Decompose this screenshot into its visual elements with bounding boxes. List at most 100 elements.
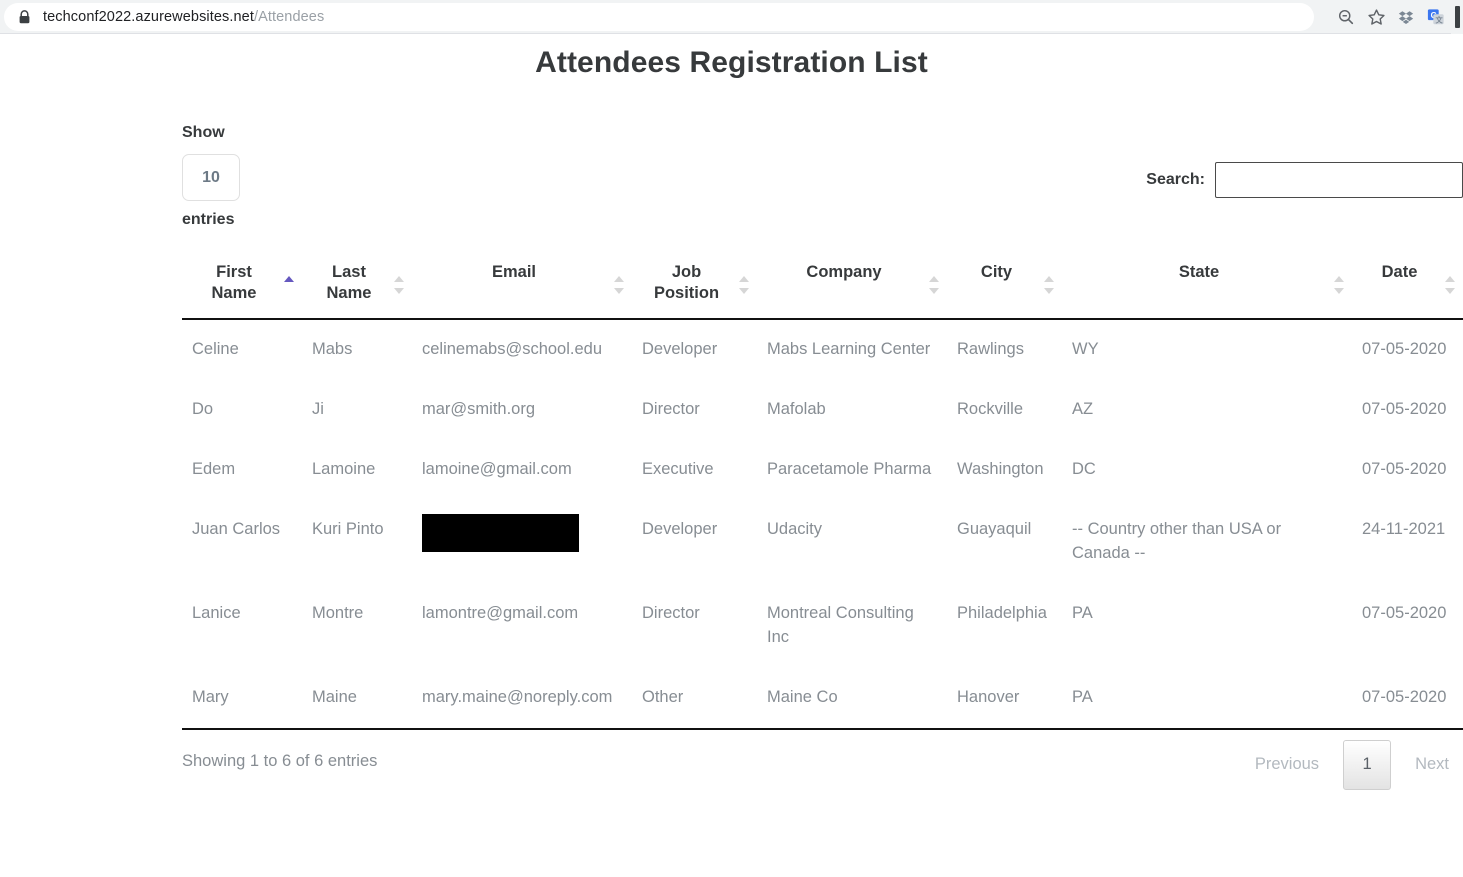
cell-email: celinemabs@school.edu [412, 319, 632, 380]
redacted-email-box [422, 514, 579, 552]
url-text: techconf2022.azurewebsites.net/Attendees [43, 9, 324, 25]
cell-job-position: Developer [632, 319, 757, 380]
next-page-button[interactable]: Next [1401, 747, 1463, 782]
cell-last-name: Mabs [302, 319, 412, 380]
entries-label: entries [182, 211, 302, 229]
column-label: Date [1382, 263, 1418, 281]
cell-first-name: Edem [182, 440, 302, 500]
cell-last-name: Maine [302, 668, 412, 729]
entries-info: Showing 1 to 6 of 6 entries [182, 752, 377, 771]
google-translate-extension-icon[interactable]: G 文 [1421, 0, 1451, 34]
cell-company: Montreal Consulting Inc [757, 584, 947, 668]
cell-job-position: Developer [632, 500, 757, 584]
attendees-table: First Name Last Name Email Job Position [182, 252, 1463, 730]
column-header-city[interactable]: City [947, 252, 1062, 319]
table-row: MaryMainemary.maine@noreply.comOtherMain… [182, 668, 1463, 729]
cell-first-name: Juan Carlos [182, 500, 302, 584]
previous-page-button[interactable]: Previous [1241, 747, 1333, 782]
cell-state: PA [1062, 584, 1352, 668]
bookmark-star-icon[interactable] [1361, 0, 1391, 34]
cell-city: Rockville [947, 380, 1062, 440]
cell-last-name: Kuri Pinto [302, 500, 412, 584]
cell-city: Rawlings [947, 319, 1062, 380]
search-filter: Search: [1146, 162, 1463, 198]
dropbox-extension-icon[interactable] [1391, 0, 1421, 34]
column-label: State [1179, 263, 1219, 281]
column-header-job-position[interactable]: Job Position [632, 252, 757, 319]
cell-state: -- Country other than USA or Canada -- [1062, 500, 1352, 584]
column-header-date[interactable]: Date [1352, 252, 1463, 319]
cell-job-position: Other [632, 668, 757, 729]
browser-toolbar: techconf2022.azurewebsites.net/Attendees [0, 0, 1463, 34]
cell-city: Washington [947, 440, 1062, 500]
search-input[interactable] [1215, 162, 1463, 198]
cell-last-name: Lamoine [302, 440, 412, 500]
datatable-wrapper: Show 10 entries Search: First Name [182, 124, 1463, 800]
cell-company: Paracetamole Pharma [757, 440, 947, 500]
cell-city: Philadelphia [947, 584, 1062, 668]
pagination: Previous 1 Next [1241, 740, 1463, 790]
cell-city: Guayaquil [947, 500, 1062, 584]
sort-both-icon [1445, 276, 1455, 294]
cell-job-position: Director [632, 380, 757, 440]
column-header-state[interactable]: State [1062, 252, 1352, 319]
entries-per-page-select[interactable]: 10 [182, 154, 240, 201]
url-domain: techconf2022.azurewebsites.net [43, 9, 254, 25]
sort-both-icon [739, 276, 749, 294]
cell-state: WY [1062, 319, 1352, 380]
table-header-row: First Name Last Name Email Job Position [182, 252, 1463, 319]
sort-both-icon [614, 276, 624, 294]
cell-state: PA [1062, 668, 1352, 729]
datatable-controls: Show 10 entries Search: [182, 124, 1463, 252]
datatable-footer: Showing 1 to 6 of 6 entries Previous 1 N… [182, 730, 1463, 800]
cell-state: DC [1062, 440, 1352, 500]
cell-last-name: Montre [302, 584, 412, 668]
page-title: Attendees Registration List [0, 46, 1463, 80]
cell-date: 07-05-2020 [1352, 440, 1463, 500]
search-label: Search: [1146, 171, 1205, 189]
cell-company: Mabs Learning Center [757, 319, 947, 380]
zoom-out-icon[interactable] [1331, 0, 1361, 34]
table-row: LaniceMontrelamontre@gmail.comDirectorMo… [182, 584, 1463, 668]
svg-text:文: 文 [1435, 15, 1444, 24]
page-content: Attendees Registration List Show 10 entr… [0, 34, 1463, 877]
cell-date: 07-05-2020 [1352, 319, 1463, 380]
sort-both-icon [929, 276, 939, 294]
lock-icon [18, 10, 31, 24]
cell-date: 07-05-2020 [1352, 668, 1463, 729]
cell-first-name: Mary [182, 668, 302, 729]
page-number-1-button[interactable]: 1 [1343, 740, 1391, 790]
cell-date: 07-05-2020 [1352, 380, 1463, 440]
column-label: Company [806, 263, 881, 281]
table-row: Juan CarlosKuri Pinto DeveloperUdacityGua… [182, 500, 1463, 584]
cell-company: Mafolab [757, 380, 947, 440]
sort-ascending-icon [284, 276, 294, 294]
sort-both-icon [1334, 276, 1344, 294]
column-label: Job Position [654, 263, 719, 302]
cell-company: Udacity [757, 500, 947, 584]
cell-email: mary.maine@noreply.com [412, 668, 632, 729]
column-label: Last Name [327, 263, 372, 302]
sort-both-icon [1044, 276, 1054, 294]
browser-action-icons: G 文 [1331, 0, 1463, 34]
cell-email: mar@smith.org [412, 380, 632, 440]
table-row: CelineMabscelinemabs@school.eduDeveloper… [182, 319, 1463, 380]
cell-date: 24-11-2021 [1352, 500, 1463, 584]
address-bar[interactable]: techconf2022.azurewebsites.net/Attendees [4, 3, 1314, 31]
column-header-company[interactable]: Company [757, 252, 947, 319]
cell-email [412, 500, 632, 584]
cell-first-name: Lanice [182, 584, 302, 668]
column-header-first-name[interactable]: First Name [182, 252, 302, 319]
column-label: City [981, 263, 1012, 281]
column-header-email[interactable]: Email [412, 252, 632, 319]
cell-job-position: Director [632, 584, 757, 668]
column-header-last-name[interactable]: Last Name [302, 252, 412, 319]
show-label: Show [182, 124, 302, 142]
cell-first-name: Do [182, 380, 302, 440]
cell-job-position: Executive [632, 440, 757, 500]
sort-both-icon [394, 276, 404, 294]
table-body: CelineMabscelinemabs@school.eduDeveloper… [182, 319, 1463, 728]
cell-email: lamoine@gmail.com [412, 440, 632, 500]
browser-menu-edge[interactable] [1451, 0, 1463, 34]
cell-state: AZ [1062, 380, 1352, 440]
